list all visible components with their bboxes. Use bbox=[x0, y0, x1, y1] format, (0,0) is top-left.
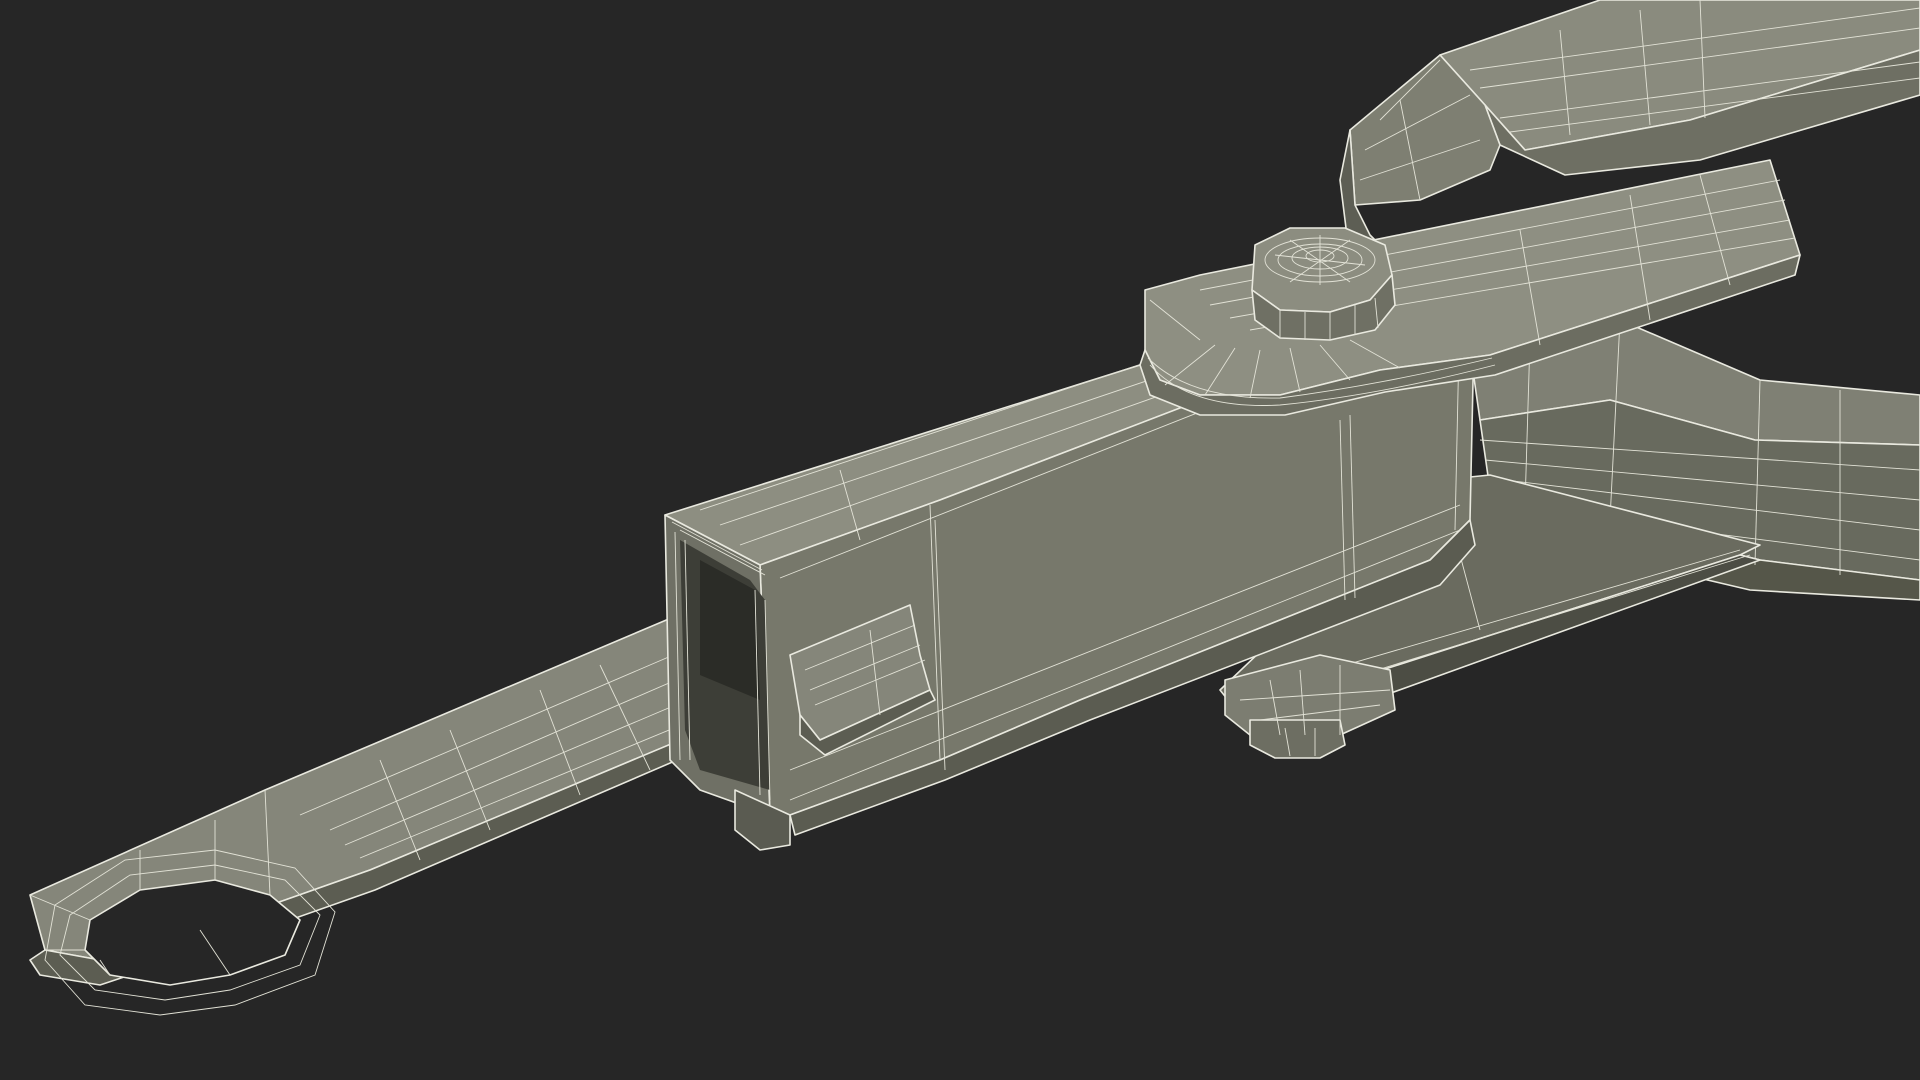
render-viewport bbox=[0, 0, 1920, 1080]
hex-nut bbox=[1251, 227, 1396, 341]
